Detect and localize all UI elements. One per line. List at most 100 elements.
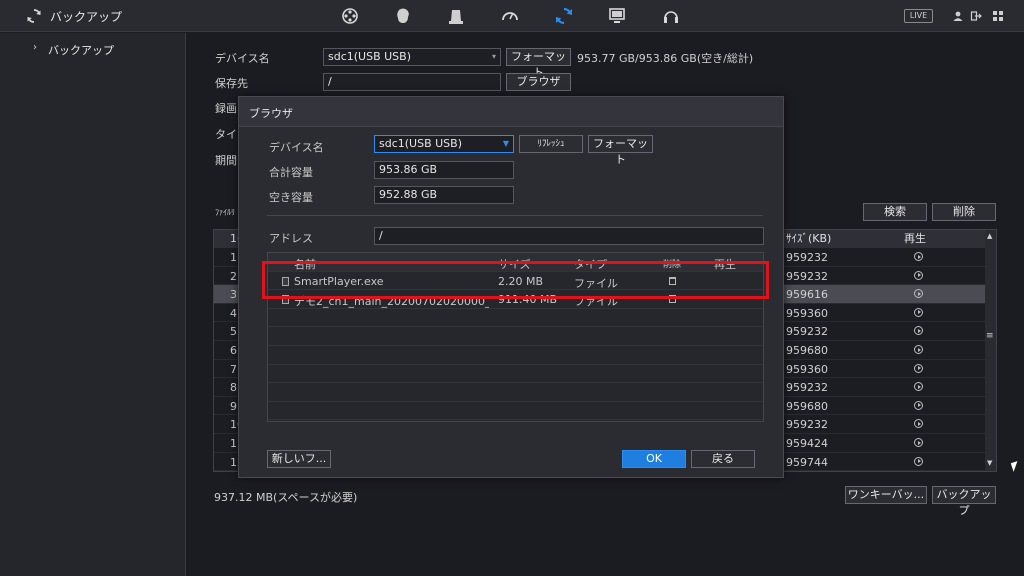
highlight-box — [262, 261, 769, 299]
empty-row — [268, 309, 763, 328]
user-icon[interactable] — [952, 10, 964, 22]
empty-row — [268, 402, 763, 421]
file-list-label: ﾌｧｲﾙﾘ — [215, 208, 235, 217]
play-icon[interactable] — [914, 438, 923, 447]
mouse-cursor-icon — [1010, 461, 1021, 472]
sidebar-item-label: バックアップ — [48, 44, 114, 57]
row-index: 5 — [230, 325, 237, 339]
free-capacity-field: 952.88 GB — [374, 186, 514, 204]
main-browse-button[interactable]: ブラウザ — [506, 73, 571, 91]
free-capacity-label: 空き容量 — [269, 191, 313, 204]
main-format-button[interactable]: フォーマット — [506, 48, 571, 79]
top-bar: バックアップ LIVE — [0, 0, 1024, 32]
row-index: 6 — [230, 344, 237, 357]
headset-icon[interactable] — [661, 6, 681, 26]
backup-button[interactable]: バックアップ — [932, 486, 996, 517]
period-label: 期間 — [215, 154, 237, 167]
search-button[interactable]: 検索 — [863, 203, 927, 221]
ok-button[interactable]: OK — [622, 450, 686, 468]
back-button[interactable]: 戻る — [691, 450, 755, 468]
empty-row — [268, 383, 763, 402]
scroll-grip-icon[interactable]: ≡ — [986, 331, 994, 341]
dialog-title-bar: ブラウザ — [239, 97, 783, 127]
dialog-device-value: sdc1(USB USB) — [379, 137, 462, 150]
row-size: 959232 — [786, 381, 828, 395]
row-size: 959744 — [786, 455, 828, 469]
row-size: 959680 — [786, 344, 828, 357]
play-icon[interactable] — [914, 456, 923, 466]
backup-icon — [26, 8, 42, 24]
row-size: 959616 — [786, 288, 828, 302]
address-field[interactable]: / — [374, 227, 764, 245]
new-folder-button[interactable]: 新しいフ... — [267, 450, 331, 468]
space-needed-text: 937.12 MB(スペースが必要) — [214, 491, 358, 504]
play-icon[interactable] — [914, 345, 923, 354]
backup-tab-icon[interactable] — [554, 6, 574, 26]
play-icon[interactable] — [914, 252, 923, 261]
play-icon[interactable] — [914, 270, 923, 280]
play-icon[interactable] — [914, 326, 923, 336]
caret-down-icon: ▼ — [502, 139, 509, 148]
play-icon[interactable] — [914, 363, 923, 373]
row-size: 959232 — [786, 418, 828, 432]
total-capacity-label: 合計容量 — [269, 166, 313, 179]
scroll-up-icon[interactable]: ▲ — [987, 232, 992, 240]
row-size: 959360 — [786, 362, 828, 376]
empty-row — [268, 327, 763, 346]
play-icon[interactable] — [914, 382, 923, 392]
reel-icon[interactable] — [340, 6, 360, 26]
app-title: バックアップ — [50, 10, 123, 24]
row-size: 959360 — [786, 306, 828, 320]
play-icon[interactable] — [914, 419, 923, 429]
device-label: デバイス名 — [215, 52, 270, 65]
dialog-format-button[interactable]: フォーマット — [588, 135, 653, 166]
table-scrollbar[interactable]: ▲ ≡ ▼ — [985, 230, 996, 471]
live-button[interactable]: LIVE — [904, 9, 933, 23]
save-path-field[interactable]: / — [323, 73, 501, 91]
row-index: 8 — [230, 381, 237, 395]
dialog-device-select[interactable]: sdc1(USB USB) ▼ — [374, 135, 514, 153]
empty-row — [268, 346, 763, 365]
row-size: 959680 — [786, 399, 828, 413]
row-index: 3 — [230, 288, 237, 302]
play-icon[interactable] — [914, 400, 923, 410]
play-icon[interactable] — [914, 307, 923, 317]
row-index: 9 — [230, 399, 237, 413]
caret-down-icon: ▾ — [491, 52, 496, 61]
table-header-play: 再生 — [904, 232, 926, 245]
sidebar — [0, 33, 186, 576]
dialog-device-label: デバイス名 — [269, 141, 324, 154]
row-size: 959232 — [786, 325, 828, 339]
dialog-title: ブラウザ — [249, 107, 293, 120]
type-label: タイ — [215, 128, 237, 141]
logout-icon[interactable] — [970, 10, 982, 22]
row-index: 2 — [230, 269, 237, 283]
record-label: 録画 — [215, 102, 237, 115]
onekey-backup-button[interactable]: ワンキーバッ... — [845, 486, 927, 504]
chevron-right-icon: › — [33, 42, 37, 53]
device-select[interactable]: sdc1(USB USB) ▾ — [323, 48, 501, 66]
address-label: アドレス — [269, 232, 313, 245]
table-header-size: ｻｲｽﾞ(KB) — [786, 232, 832, 245]
grid-icon[interactable] — [992, 10, 1004, 22]
refresh-button[interactable]: ﾘﾌﾚｯｼｭ — [519, 135, 583, 153]
delete-button[interactable]: 削除 — [932, 203, 996, 221]
row-size: 959232 — [786, 251, 828, 264]
play-icon[interactable] — [914, 289, 923, 299]
row-index: 4 — [230, 306, 237, 320]
row-index: 1 — [230, 251, 237, 264]
empty-row — [268, 365, 763, 384]
row-size: 959424 — [786, 437, 828, 450]
divider — [267, 215, 763, 216]
capacity-text: 953.77 GB/953.86 GB(空き/総計) — [577, 52, 754, 65]
row-size: 959232 — [786, 269, 828, 283]
disk-icon[interactable] — [446, 6, 466, 26]
scroll-down-icon[interactable]: ▼ — [987, 459, 992, 467]
gauge-icon[interactable] — [500, 6, 520, 26]
save-label: 保存先 — [215, 77, 248, 90]
row-index: 7 — [230, 362, 237, 376]
device-select-value: sdc1(USB USB) — [328, 50, 411, 63]
brain-icon[interactable] — [393, 6, 413, 26]
total-capacity-field: 953.86 GB — [374, 161, 514, 179]
monitor-icon[interactable] — [607, 6, 627, 26]
